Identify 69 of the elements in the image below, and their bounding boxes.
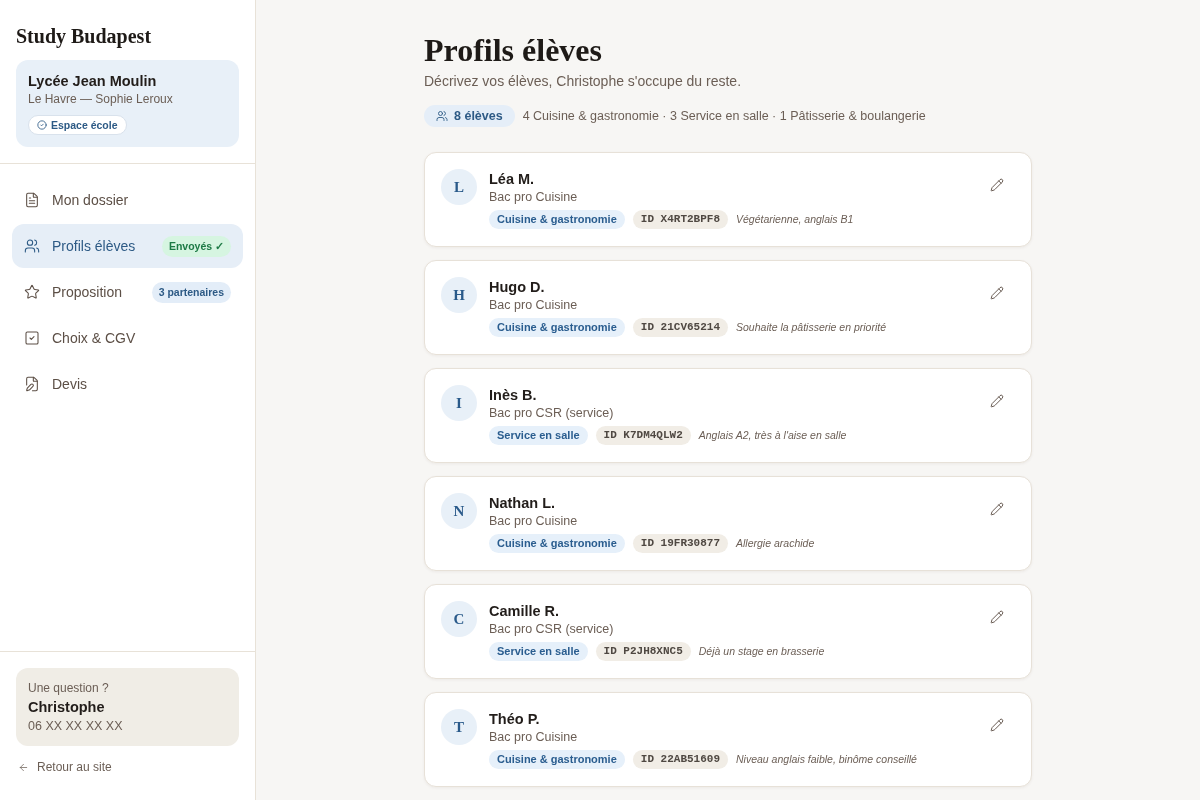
status-badge: Envoyés ✓ (161, 235, 231, 257)
track-tag: Cuisine & gastronomie (489, 750, 625, 769)
pencil-icon (990, 718, 1004, 732)
student-name: Hugo D. (489, 278, 546, 296)
student-program: Bac pro Cuisine (489, 729, 579, 746)
student-name: Nathan L. (489, 494, 557, 512)
school-badge: Espace école (28, 115, 127, 135)
student-id: ID 19FR30877 (632, 534, 728, 553)
nav-item[interactable]: Mon dossier (12, 178, 243, 222)
pencil-icon (990, 610, 1004, 624)
contact-prompt: Une question ? (28, 680, 110, 696)
student-note: Végétarienne, anglais B1 (736, 211, 854, 227)
student-program: Bac pro Cuisine (489, 513, 579, 530)
users-icon (24, 238, 40, 254)
page-title: Profils élèves (424, 31, 603, 70)
student-name: Inès B. (489, 386, 538, 404)
nav-item[interactable]: Profils élèves Envoyés ✓ (12, 224, 243, 268)
track-tag: Cuisine & gastronomie (489, 534, 625, 553)
track-tag: Cuisine & gastronomie (489, 210, 625, 229)
student-name: Théo P. (489, 710, 541, 728)
student-program: Bac pro CSR (service) (489, 621, 615, 638)
avatar: H (441, 277, 477, 313)
pencil-icon (990, 394, 1004, 408)
track-tag: Service en salle (489, 426, 588, 445)
student-id: ID X4RT2BPF8 (632, 210, 728, 229)
nav-item[interactable]: Proposition 3 partenaires (12, 270, 243, 314)
nav-item[interactable]: Devis (12, 362, 243, 406)
student-id: ID 21CV65214 (632, 318, 728, 337)
student-note: Allergie arachide (736, 535, 815, 551)
back-link[interactable]: Retour au site (16, 758, 239, 776)
student-name: Léa M. (489, 170, 536, 188)
avatar: N (441, 493, 477, 529)
student-id: ID K7DM4QLW2 (595, 426, 691, 445)
avatar: L (441, 169, 477, 205)
student-note: Niveau anglais faible, binôme conseillé (736, 751, 917, 767)
contact-name: Christophe (28, 698, 106, 717)
pencil-icon (990, 178, 1004, 192)
student-id: ID 22AB51609 (632, 750, 728, 769)
student-name: Camille R. (489, 602, 561, 620)
checkbox-icon (24, 330, 40, 346)
pencil-icon (990, 502, 1004, 516)
student-id: ID P2JH8XNC5 (595, 642, 691, 661)
contact-phone: 06 XX XX XX XX (28, 718, 124, 734)
star-icon (24, 284, 40, 300)
student-note: Déjà un stage en brasserie (698, 643, 825, 659)
school-name: Lycée Jean Moulin (28, 72, 158, 90)
student-count: 8 élèves (424, 105, 515, 127)
brand-title: Study Budapest (16, 24, 153, 48)
student-program: Bac pro CSR (service) (489, 405, 615, 422)
document-icon (24, 192, 40, 208)
document-pen-icon (24, 376, 40, 392)
page-subtitle: Décrivez vos élèves, Christophe s'occupe du reste. (424, 72, 743, 91)
check-circle-icon (37, 120, 47, 130)
student-note: Anglais A2, très à l'aise en salle (698, 427, 847, 443)
arrow-left-icon (18, 761, 29, 773)
student-note: Souhaite la pâtisserie en priorité (736, 319, 887, 335)
student-program: Bac pro Cuisine (489, 189, 579, 206)
student-program: Bac pro Cuisine (489, 297, 579, 314)
pencil-icon (990, 286, 1004, 300)
school-details: Le Havre — Sophie Leroux (28, 91, 174, 108)
track-breakdown: 4 Cuisine & gastronomie · 3 Service en salle · 1 Pâtisserie & boulangerie (522, 107, 926, 125)
users-icon (436, 110, 448, 122)
avatar: I (441, 385, 477, 421)
avatar: T (441, 709, 477, 745)
track-tag: Service en salle (489, 642, 588, 661)
status-badge: 3 partenaires (151, 281, 231, 303)
avatar: C (441, 601, 477, 637)
nav-item[interactable]: Choix & CGV (12, 316, 243, 360)
track-tag: Cuisine & gastronomie (489, 318, 625, 337)
